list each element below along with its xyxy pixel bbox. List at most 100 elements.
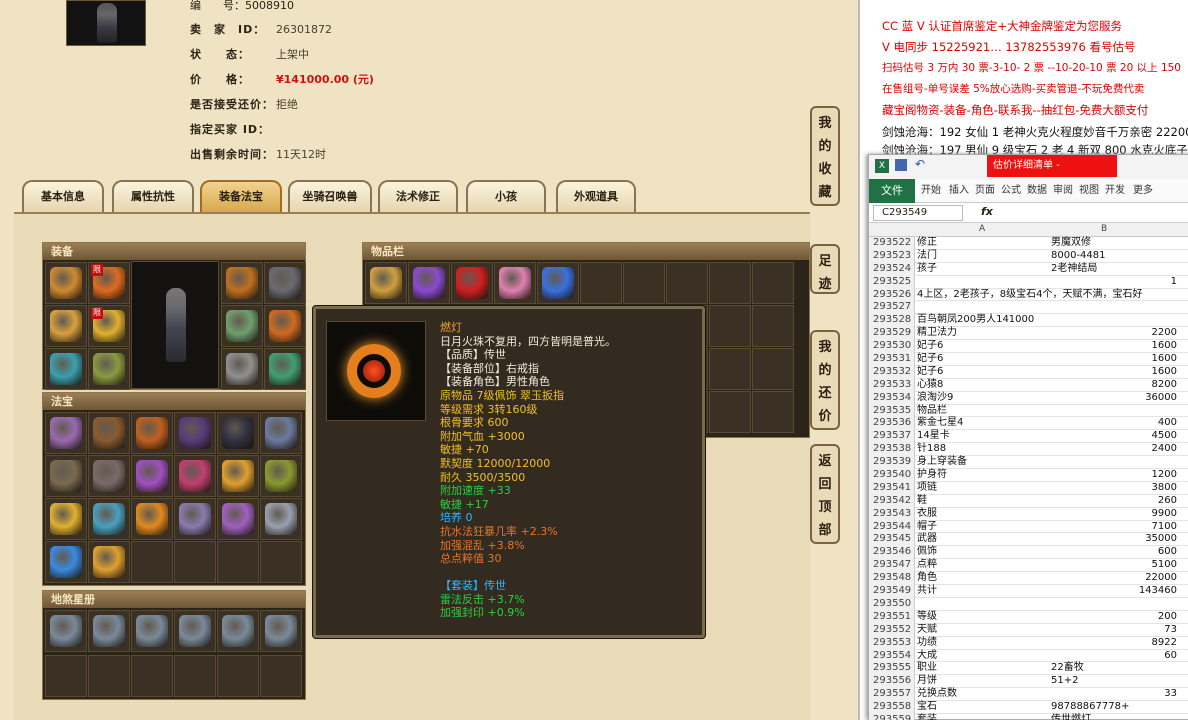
tab-appearance[interactable]: 外观道具: [556, 180, 636, 212]
cell[interactable]: 修正: [917, 237, 937, 250]
cell[interactable]: 36000: [1145, 392, 1177, 405]
inventory-slot[interactable]: [752, 348, 794, 390]
treasure-slot[interactable]: [260, 455, 302, 497]
cell[interactable]: 等级: [917, 611, 937, 624]
tab-equipment[interactable]: 装备法宝: [200, 180, 282, 212]
star-card-slot[interactable]: [45, 655, 87, 697]
sheet-row[interactable]: 293553 功绩 8922: [869, 636, 1188, 650]
equip-slot[interactable]: [221, 348, 263, 390]
sheet-row[interactable]: 293546 佩饰 600: [869, 546, 1188, 560]
treasure-slot[interactable]: [131, 412, 173, 454]
treasure-slot[interactable]: [217, 498, 259, 540]
favorites-button[interactable]: 我的收藏: [810, 106, 840, 206]
sheet-row[interactable]: 293533 心猿8 8200: [869, 378, 1188, 392]
cell[interactable]: 护身符: [917, 469, 947, 482]
tab-child[interactable]: 小孩: [466, 180, 546, 212]
star-card-slot[interactable]: [217, 655, 259, 697]
equip-slot[interactable]: [45, 305, 87, 347]
cell[interactable]: 紫金七星4: [917, 417, 963, 430]
sheet-row[interactable]: 293540 护身符 1200: [869, 469, 1188, 482]
cell[interactable]: 1200: [1152, 469, 1177, 482]
star-card-slot[interactable]: [88, 610, 130, 652]
treasure-slot[interactable]: [260, 412, 302, 454]
equip-slot[interactable]: [45, 262, 87, 304]
treasure-slot[interactable]: [174, 455, 216, 497]
cell[interactable]: 职业: [917, 662, 937, 675]
cell[interactable]: 2老神结局: [1051, 263, 1097, 276]
cell[interactable]: 角色: [917, 572, 937, 585]
cell[interactable]: 浪淘沙9: [917, 392, 953, 405]
cell[interactable]: 衣服: [917, 508, 937, 521]
cell[interactable]: 佩饰: [917, 546, 937, 559]
inventory-slot[interactable]: [752, 305, 794, 347]
equip-slot[interactable]: [264, 348, 306, 390]
inventory-slot[interactable]: [494, 262, 536, 304]
cell[interactable]: 14星卡: [917, 430, 950, 443]
cell[interactable]: 鞋: [917, 495, 927, 508]
star-card-slot[interactable]: [45, 610, 87, 652]
cell[interactable]: 22畜牧: [1051, 662, 1084, 675]
sheet-row[interactable]: 293552 天赋 73: [869, 623, 1188, 637]
cell[interactable]: 武器: [917, 533, 937, 546]
inventory-slot[interactable]: [709, 348, 751, 390]
cell[interactable]: 60: [1164, 650, 1177, 663]
cell[interactable]: 73: [1164, 624, 1177, 637]
treasure-slot[interactable]: [217, 541, 259, 583]
cell[interactable]: 法门: [917, 250, 937, 263]
fx-icon[interactable]: fx: [981, 205, 993, 218]
cell[interactable]: 身上穿装备: [917, 456, 967, 469]
my-offers-button[interactable]: 我的还价: [810, 330, 840, 430]
cell[interactable]: 兑换点数: [917, 688, 957, 701]
inventory-slot[interactable]: [623, 262, 665, 304]
cell[interactable]: 妃子6: [917, 366, 943, 379]
sheet-row[interactable]: 293541 项链 3800: [869, 481, 1188, 495]
treasure-slot[interactable]: [45, 412, 87, 454]
cell[interactable]: 1600: [1152, 353, 1177, 366]
star-card-slot[interactable]: [88, 655, 130, 697]
inventory-slot[interactable]: [537, 262, 579, 304]
ribbon-review[interactable]: 审阅: [1053, 179, 1073, 203]
cell[interactable]: 51+2: [1051, 675, 1078, 688]
cell[interactable]: 共计: [917, 585, 937, 598]
inventory-slot[interactable]: [408, 262, 450, 304]
cell[interactable]: 点粹: [917, 559, 937, 572]
sheet-row[interactable]: 293544 帽子 7100: [869, 520, 1188, 534]
treasure-slot[interactable]: [45, 455, 87, 497]
cell[interactable]: 2200: [1152, 327, 1177, 340]
name-box[interactable]: C293549: [873, 205, 963, 221]
inventory-slot[interactable]: [666, 262, 708, 304]
sheet-row[interactable]: 293558 宝石 98788867778+: [869, 701, 1188, 714]
sheet-row[interactable]: 293550: [869, 597, 1188, 611]
sheet-row[interactable]: 293536 紫金七星4 400: [869, 417, 1188, 431]
footprint-button[interactable]: 足迹: [810, 244, 840, 294]
cell[interactable]: 33: [1164, 688, 1177, 701]
cell[interactable]: 传世燃灯: [1051, 714, 1091, 720]
sheet-row[interactable]: 293545 武器 35000: [869, 533, 1188, 547]
inventory-slot[interactable]: [752, 262, 794, 304]
sheet-row[interactable]: 293527: [869, 301, 1188, 315]
cell[interactable]: 心猿8: [917, 379, 943, 392]
cell[interactable]: 4上区，2老孩子，8级宝石4个，天赋不满，宝石好: [917, 289, 1142, 302]
cell[interactable]: 1600: [1152, 340, 1177, 353]
treasure-slot[interactable]: [45, 541, 87, 583]
cell[interactable]: 月饼: [917, 675, 937, 688]
sheet-row[interactable]: 293529 精卫法力 2200: [869, 327, 1188, 341]
cell[interactable]: 物品栏: [917, 405, 947, 418]
cell[interactable]: 百鸟朝凤200男人141000: [917, 314, 1034, 327]
treasure-slot[interactable]: [217, 412, 259, 454]
ribbon-data[interactable]: 数据: [1027, 179, 1047, 203]
cell[interactable]: 1600: [1152, 366, 1177, 379]
sheet-row[interactable]: 293534 浪淘沙9 36000: [869, 391, 1188, 405]
treasure-slot[interactable]: [88, 412, 130, 454]
star-card-slot[interactable]: [217, 610, 259, 652]
cell[interactable]: 22000: [1145, 572, 1177, 585]
cell[interactable]: 600: [1158, 546, 1177, 559]
sheet-row[interactable]: 293524 孩子 2老神结局: [869, 262, 1188, 276]
sheet-row[interactable]: 293557 兑换点数 33: [869, 688, 1188, 702]
treasure-slot[interactable]: [131, 541, 173, 583]
sheet-row[interactable]: 293554 大成 60: [869, 649, 1188, 663]
equip-slot[interactable]: [221, 305, 263, 347]
cell[interactable]: 1: [1171, 276, 1177, 289]
cell[interactable]: 孩子: [917, 263, 937, 276]
cell[interactable]: 200: [1158, 611, 1177, 624]
